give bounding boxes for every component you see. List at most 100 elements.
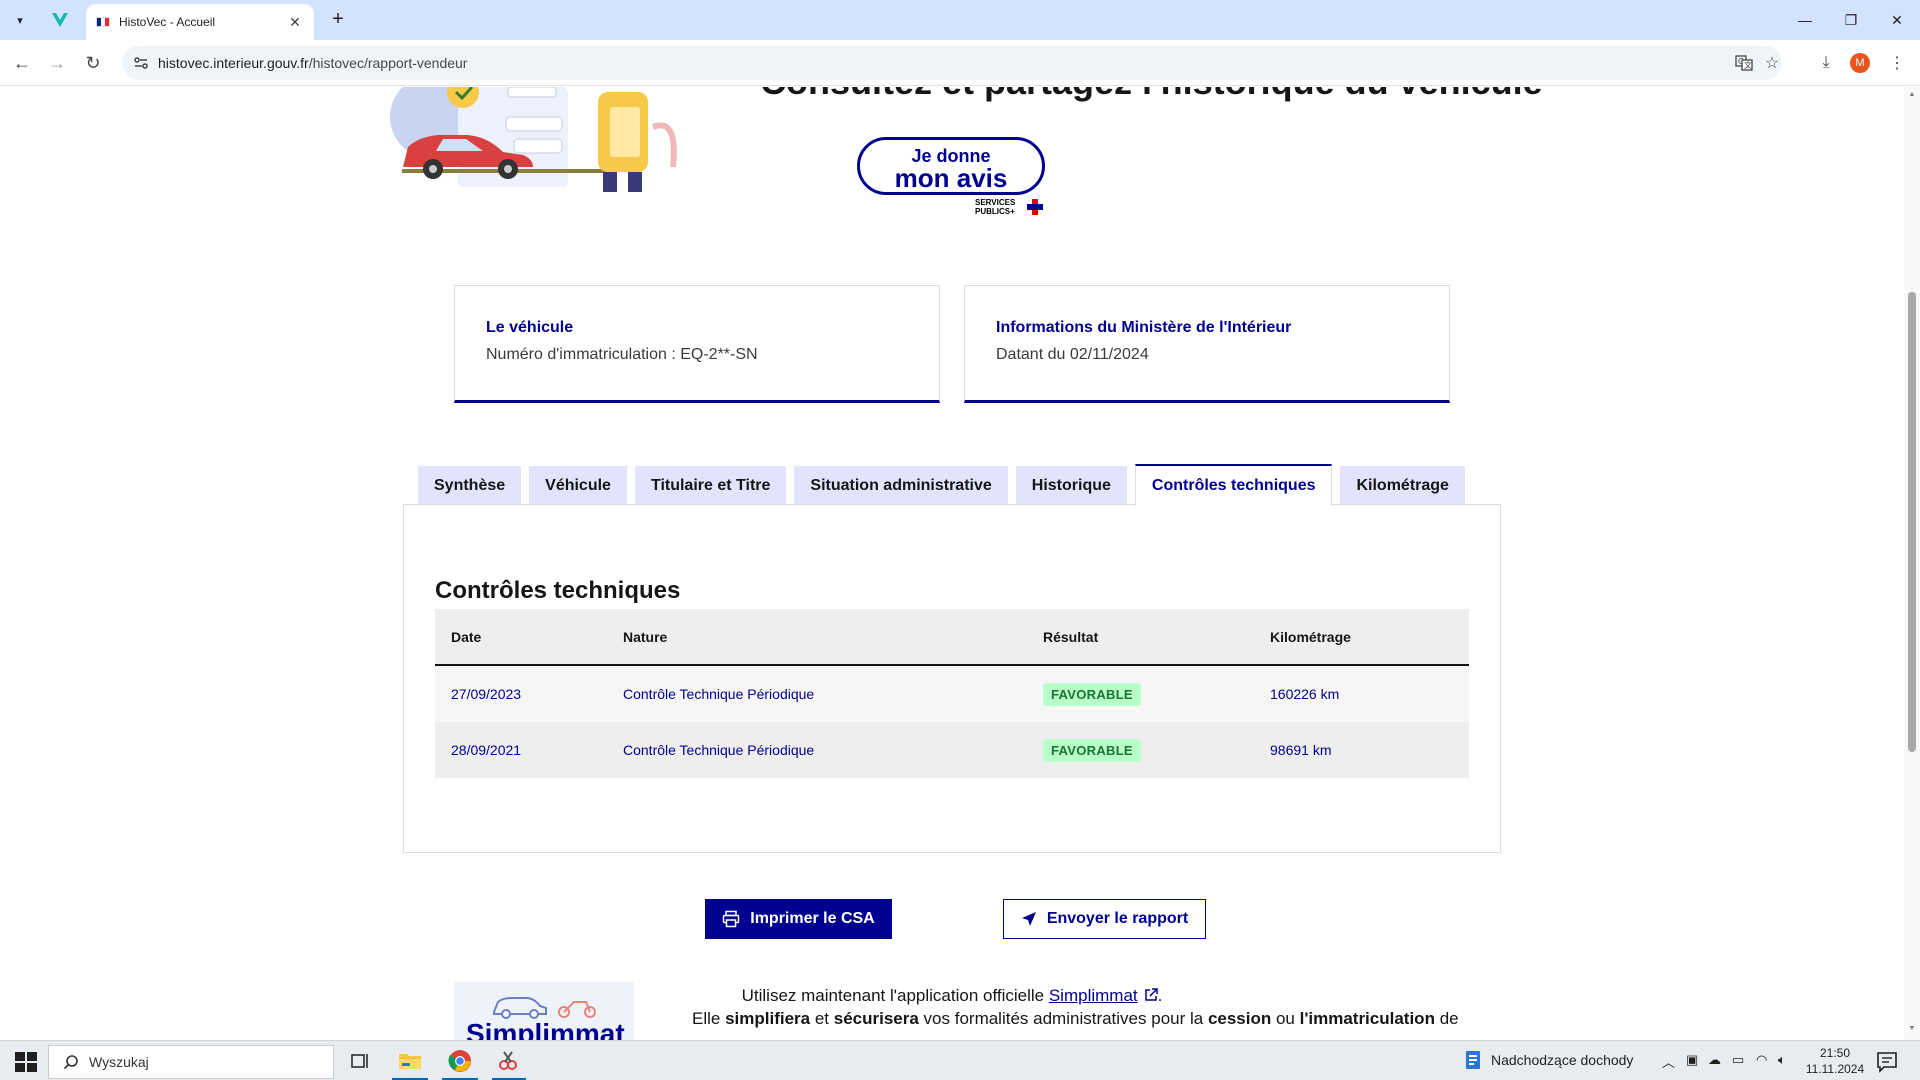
row-nature: Contrôle Technique Périodique [623,742,815,758]
avis-line2: mon avis [894,163,1008,193]
bookmark-star-icon[interactable]: ☆ [1762,53,1782,73]
hero-title: Consultez et partagez l'historique du vé… [760,87,1543,103]
simplimmat-line1-pre: Utilisez maintenant l'application offici… [741,986,1049,1005]
browser-tabstrip: ▾ HistoVec - Accueil ✕ + — ❐ ✕ [0,0,1920,40]
browser-tab-active[interactable]: HistoVec - Accueil ✕ [86,4,314,40]
l2g: ou [1271,1009,1300,1028]
app-logo-icon[interactable] [50,10,70,30]
status-badge: FAVORABLE [1043,682,1141,706]
taskbar-search-box[interactable]: Wyszukaj [48,1045,334,1079]
tab-synthese[interactable]: Synthèse [418,466,522,506]
french-flag-icon [96,17,110,27]
services-publics-line2: PUBLICS+ [975,207,1015,216]
back-arrow-icon[interactable]: ← [8,49,36,77]
page-scrollbar[interactable]: ▲ ▼ [1904,87,1920,1040]
ministry-card-title: Informations du Ministère de l'Intérieur [996,319,1292,336]
tab-historique[interactable]: Historique [1015,466,1127,506]
header-kilometrage: Kilométrage [1270,628,1351,645]
simplimmat-line2: Elle simplifiera et sécurisera vos forma… [692,1009,1468,1029]
url-text[interactable]: histovec.interieur.gouv.fr/histovec/rapp… [158,55,467,71]
news-document-icon [1466,1051,1480,1069]
wifi-icon[interactable]: ◠ [1756,1052,1767,1068]
l2b: simplifiera [725,1009,811,1028]
more-menu-icon[interactable]: ⋮ [1886,52,1908,74]
tray-app-icon[interactable]: ▣ [1686,1052,1698,1068]
minimize-icon[interactable]: — [1782,6,1828,34]
header-nature: Nature [623,628,668,645]
data-date: Datant du 02/11/2024 [996,346,1149,363]
send-report-button[interactable]: Envoyer le rapport [1003,899,1206,939]
site-info-icon[interactable] [132,54,150,72]
tab-kilometrage[interactable]: Kilométrage [1340,466,1465,506]
l2a: Elle [692,1009,726,1028]
table-row: 27/09/2023 Contrôle Technique Périodique… [435,666,1469,722]
header-resultat: Résultat [1043,628,1099,645]
row-date: 27/09/2023 [451,686,522,702]
tab-close-icon[interactable]: ✕ [286,14,304,31]
simplimmat-logo[interactable]: Simplimmat [454,982,634,1040]
window-close-icon[interactable]: ✕ [1874,6,1920,34]
ministry-info-card: Informations du Ministère de l'Intérieur… [964,285,1450,403]
clock-time: 21:50 [1819,1046,1851,1060]
services-publics-cross-icon [1027,199,1043,215]
profile-avatar[interactable]: M [1850,53,1870,73]
scrollbar-thumb[interactable] [1908,292,1916,752]
tab-titulaire-et-titre[interactable]: Titulaire et Titre [634,466,787,506]
printer-icon [723,910,740,928]
taskbar-clock[interactable]: 21:50 11.11.2024 [1800,1045,1870,1077]
translate-icon[interactable]: G文 [1734,53,1754,73]
row-km: 98691 km [1270,742,1332,758]
hero-illustration-icon [390,87,677,192]
print-csa-label: Imprimer le CSA [750,910,875,927]
tab-controles-techniques[interactable]: Contrôles techniques [1134,464,1333,506]
technical-controls-table: Date Nature Résultat Kilométrage 27/09/2… [435,609,1469,778]
section-title: Contrôles techniques [435,577,681,604]
forward-arrow-icon[interactable]: → [43,49,71,77]
page-viewport: Consultez et partagez l'historique du vé… [0,87,1904,1040]
windows-start-icon[interactable] [14,1051,38,1073]
print-csa-button[interactable]: Imprimer le CSA [705,899,892,939]
report-tabs: Synthèse Véhicule Titulaire et Titre Sit… [418,464,1473,506]
header-date: Date [451,628,482,645]
simplimmat-link[interactable]: Simplimmat [1049,986,1138,1005]
tray-chevron-up-icon[interactable]: ︿ [1662,1052,1675,1071]
new-tab-plus-icon[interactable]: + [326,8,350,32]
status-badge: FAVORABLE [1043,738,1141,762]
url-host: histovec.interieur.gouv.fr [158,55,309,71]
battery-icon[interactable]: ▭ [1732,1052,1744,1068]
l2h: l'immatriculation [1299,1009,1435,1028]
l2c: et [810,1009,834,1028]
scroll-down-icon[interactable]: ▼ [1907,1025,1917,1035]
news-widget[interactable]: Nadchodzące dochody [1463,1050,1633,1070]
tab-search-chevron-icon[interactable]: ▾ [8,8,32,32]
snipping-tool-icon[interactable] [494,1047,522,1075]
row-result: FAVORABLE [1043,682,1270,706]
row-date: 28/09/2021 [451,742,522,758]
chrome-icon[interactable] [446,1047,474,1075]
reload-icon[interactable]: ↻ [79,49,107,77]
news-text: Nadchodzące dochody [1491,1052,1634,1068]
simplimmat-line1: Utilisez maintenant l'application offici… [692,986,1212,1006]
send-arrow-icon [1021,912,1036,926]
download-icon[interactable]: ⤓ [1815,52,1837,74]
task-view-icon[interactable] [346,1047,374,1075]
clock-date: 11.11.2024 [1805,1062,1865,1076]
url-path: /histovec/rapport-vendeur [308,55,468,71]
tab-situation-administrative[interactable]: Situation administrative [794,466,1008,506]
notification-icon[interactable] [1876,1051,1898,1073]
l2d: sécurisera [833,1009,919,1028]
scroll-up-icon[interactable]: ▲ [1907,91,1917,101]
browser-toolbar: ← → ↻ histovec.interieur.gouv.fr/histove… [0,40,1920,86]
tray-cloud-icon[interactable]: ☁ [1708,1052,1721,1068]
simplimmat-line1-post: . [1157,986,1163,1005]
tab-title: HistoVec - Accueil [119,15,216,29]
tab-vehicule[interactable]: Véhicule [529,466,627,506]
windows-taskbar: Wyszukaj Nadchodzące dochody ︿ ▣ ☁ ▭ ◠ 🔈… [0,1040,1920,1080]
vehicle-card-title: Le véhicule [486,319,574,336]
restore-icon[interactable]: ❐ [1828,6,1874,34]
file-explorer-icon[interactable] [396,1047,424,1075]
je-donne-mon-avis-button[interactable]: Je donne mon avis [857,137,1045,195]
volume-icon[interactable]: 🔈︎ [1778,1052,1786,1068]
vehicle-card: Le véhicule Numéro d'immatriculation : E… [454,285,940,403]
address-bar[interactable]: histovec.interieur.gouv.fr/histovec/rapp… [122,46,1782,80]
